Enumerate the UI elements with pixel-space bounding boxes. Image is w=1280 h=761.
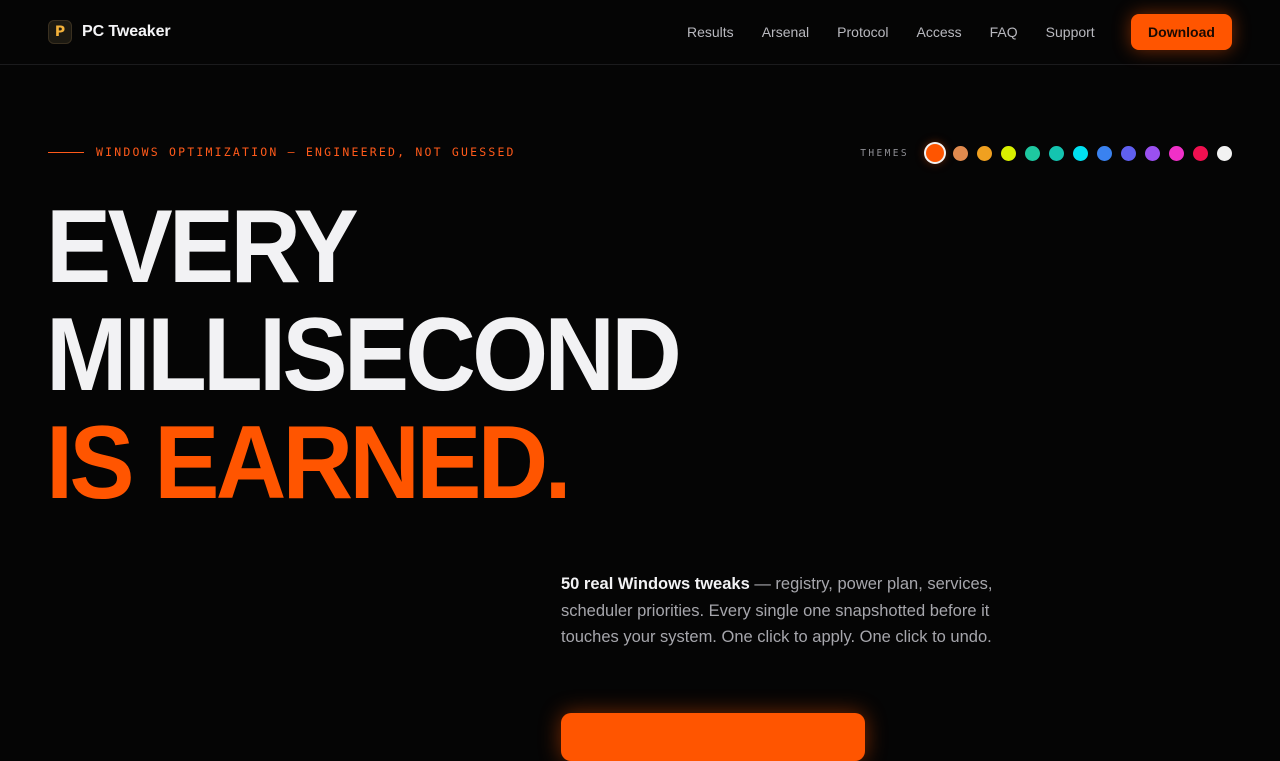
headline-line-3: IS EARNED. [46, 405, 572, 521]
eyebrow-divider [48, 151, 84, 153]
theme-swatch-12[interactable] [1193, 145, 1208, 161]
nav-link-arsenal[interactable]: Arsenal [762, 24, 809, 40]
theme-swatch-8[interactable] [1097, 145, 1112, 161]
headline-line-2: MILLISECOND [46, 297, 682, 413]
theme-swatch-3[interactable] [977, 145, 992, 161]
download-button[interactable]: Download [1131, 14, 1232, 50]
hero-description: 50 real Windows tweaks — registry, power… [561, 571, 1011, 651]
theme-swatch-1[interactable] [926, 144, 944, 162]
nav-link-access[interactable]: Access [917, 24, 962, 40]
theme-swatch-9[interactable] [1121, 145, 1136, 161]
primary-cta-button[interactable] [561, 713, 865, 761]
hero-eyebrow: WINDOWS OPTIMIZATION — ENGINEERED, NOT G… [48, 145, 516, 159]
hero-headline: EVERY MILLISECOND IS EARNED. [46, 189, 682, 521]
top-nav: P PC Tweaker Results Arsenal Protocol Ac… [0, 0, 1280, 65]
theme-swatch-5[interactable] [1025, 145, 1040, 161]
theme-swatch-13[interactable] [1217, 145, 1232, 161]
theme-swatch-2[interactable] [953, 145, 968, 161]
theme-swatch-11[interactable] [1169, 145, 1184, 161]
desc-highlight: 50 real Windows tweaks [561, 575, 750, 593]
theme-swatch-7[interactable] [1073, 145, 1088, 161]
eyebrow-text: WINDOWS OPTIMIZATION — ENGINEERED, NOT G… [96, 145, 516, 159]
theme-swatch-10[interactable] [1145, 145, 1160, 161]
nav-link-protocol[interactable]: Protocol [837, 24, 888, 40]
themes-label: THEMES [860, 147, 909, 159]
theme-picker: THEMES [860, 144, 1232, 162]
nav-link-support[interactable]: Support [1046, 24, 1095, 40]
brand-name: PC Tweaker [82, 23, 171, 40]
brand-logo-icon: P [48, 20, 72, 44]
theme-swatch-4[interactable] [1001, 145, 1016, 161]
brand[interactable]: P PC Tweaker [48, 20, 171, 44]
headline-line-1: EVERY [46, 189, 359, 305]
nav-link-results[interactable]: Results [687, 24, 734, 40]
nav-links: Results Arsenal Protocol Access FAQ Supp… [687, 24, 1095, 40]
theme-swatch-6[interactable] [1049, 145, 1064, 161]
theme-swatches [926, 144, 1232, 162]
nav-link-faq[interactable]: FAQ [990, 24, 1018, 40]
